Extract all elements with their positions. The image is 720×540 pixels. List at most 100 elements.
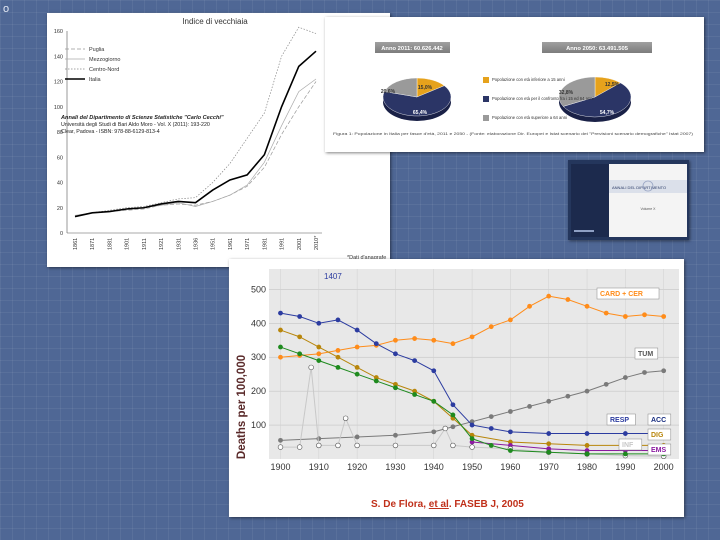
data-point <box>488 426 494 431</box>
data-point <box>546 449 552 455</box>
series-label: RESP <box>610 417 629 424</box>
data-point <box>392 442 399 449</box>
data-point <box>412 358 418 364</box>
data-point <box>546 398 552 404</box>
italy-x-tick: 1911 <box>142 238 148 250</box>
data-point <box>450 402 456 408</box>
italy-y-tick: 120 <box>54 80 63 86</box>
deaths-chart: 100 200 300 400 500 1900 1910 1920 1930 1940 1950 1… <box>236 269 679 510</box>
pie-right-title: Anno 2050: 63.491.505 <box>566 46 629 52</box>
legend-label: Mezzogiorno <box>89 57 121 63</box>
data-point <box>546 293 552 299</box>
citation-line-1: Annali del Dipartimento di Scienze Stati… <box>60 115 224 121</box>
series-line-mezzogiorno <box>74 78 317 216</box>
deaths-x-tick: 1980 <box>577 462 597 472</box>
data-point <box>412 392 418 397</box>
data-point <box>431 429 437 435</box>
italy-x-tick: 2001 <box>297 238 303 250</box>
data-point <box>431 337 437 343</box>
data-point <box>642 312 647 318</box>
data-point <box>278 327 283 333</box>
data-point <box>431 398 437 404</box>
data-point <box>393 385 398 391</box>
data-point <box>450 341 456 347</box>
italy-x-tick: 1936 <box>194 238 200 250</box>
data-point <box>584 451 590 457</box>
data-point <box>354 442 360 449</box>
italy-chart-citation: Annali del Dipartimento di Scienze Stati… <box>60 115 224 135</box>
italy-y-tick: 140 <box>54 54 63 60</box>
deaths-x-tick: 1990 <box>615 462 635 472</box>
data-point <box>278 354 283 360</box>
deaths-x-tick: 1940 <box>424 462 444 472</box>
data-point <box>342 415 349 421</box>
italy-y-tick: 100 <box>54 105 63 111</box>
data-point <box>527 404 532 409</box>
journal-subtitle: Volume X <box>641 207 657 211</box>
data-point <box>297 351 303 357</box>
pie-label: 65,4% <box>413 110 428 116</box>
series-label: ACC <box>651 417 666 424</box>
series-label: DIG <box>651 432 664 439</box>
data-point <box>296 444 303 450</box>
data-point <box>508 409 513 414</box>
italy-x-tick: 1981 <box>262 238 268 250</box>
data-point <box>584 443 590 448</box>
data-point <box>469 444 475 450</box>
italy-y-tick: 20 <box>57 206 63 212</box>
data-point <box>584 388 590 394</box>
legend-over64: Popolazione con età superiore a 64 anni <box>492 115 567 120</box>
italy-x-tick: 1951 <box>211 238 217 250</box>
deaths-x-tick: 1900 <box>270 462 290 472</box>
italy-x-tick: 1961 <box>228 238 234 250</box>
deaths-y-tick: 200 <box>251 386 266 396</box>
pie-label: 54,7% <box>600 110 615 116</box>
data-point <box>488 443 494 448</box>
data-point <box>354 434 360 440</box>
series-label: INF <box>622 442 634 449</box>
data-point <box>354 371 360 377</box>
data-point <box>622 451 628 457</box>
legend-label: Centro-Nord <box>89 67 119 73</box>
italy-chart-legend: Puglia Mezzogiorno Centro-Nord Italia <box>65 47 121 83</box>
deaths-y-tick: 300 <box>251 352 266 362</box>
data-point <box>661 368 667 374</box>
italy-x-tick: 1991 <box>280 238 286 250</box>
data-point <box>488 324 494 330</box>
deaths-x-tick: 1970 <box>539 462 559 472</box>
data-point <box>546 441 552 447</box>
legend-swatch-15-64 <box>483 96 489 102</box>
pie-caption: Figura 1: Popolazione in Italia per fasc… <box>333 132 693 136</box>
data-point <box>622 375 628 380</box>
pie-left-title: Anno 2011: 60.626.442 <box>381 46 443 52</box>
data-point <box>354 364 360 370</box>
series-line-puglia <box>74 81 317 217</box>
italy-y-tick: 160 <box>54 29 63 35</box>
data-point <box>278 310 283 316</box>
data-point <box>297 314 303 319</box>
data-point <box>450 424 456 430</box>
italy-y-tick: 40 <box>57 181 63 187</box>
data-point <box>527 303 532 309</box>
deaths-x-tick: 2000 <box>654 462 674 472</box>
data-point <box>661 314 667 319</box>
deaths-y-tick: 400 <box>251 318 266 328</box>
journal-title: ANNALI DEL DIPARTIMENTO <box>612 185 666 190</box>
data-point <box>603 381 609 387</box>
data-point <box>354 327 360 333</box>
population-pie-figure: Anno 2011: 60.626.442 Anno 2050: 63.491.… <box>333 42 693 136</box>
data-point <box>442 425 448 432</box>
pie-label: 12,5% <box>605 82 620 88</box>
data-point <box>508 429 513 435</box>
pie-label: 20,6% <box>381 89 396 95</box>
italy-chart-title: Indice di vecchiaia <box>182 17 248 26</box>
deaths-x-tick: 1910 <box>309 462 329 472</box>
data-point <box>450 442 456 449</box>
deaths-x-tick: 1920 <box>347 462 367 472</box>
data-point <box>642 370 647 375</box>
data-point <box>622 431 628 436</box>
legend-label: Puglia <box>89 47 105 53</box>
data-point <box>335 442 341 449</box>
deaths-y-tick: 100 <box>251 420 266 430</box>
corner-mark: o <box>3 3 10 15</box>
